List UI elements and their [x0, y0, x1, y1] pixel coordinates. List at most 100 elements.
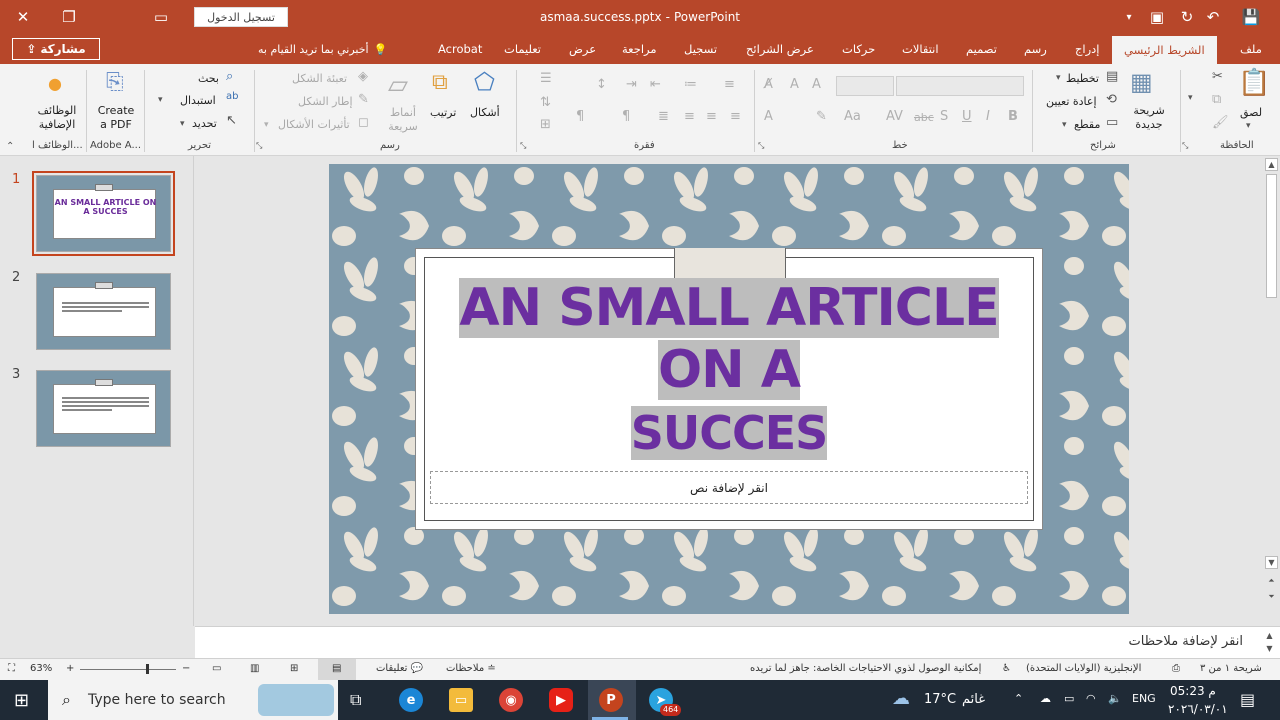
taskbar-search-box[interactable]: ⌕ Type here to search — [48, 680, 338, 720]
font-name-combo[interactable] — [896, 76, 1024, 96]
cloud-icon[interactable]: ☁ — [1040, 692, 1051, 705]
youtube-icon[interactable]: ▶ — [549, 688, 573, 712]
italic-button[interactable]: I — [986, 110, 990, 123]
sorter-view-icon[interactable]: ⊞ — [290, 663, 298, 674]
dialog-launcher-icon[interactable]: ⤡ — [520, 142, 526, 150]
file-explorer-icon[interactable]: ▭ — [449, 688, 473, 712]
previous-slide-icon[interactable]: ⏶ — [1265, 574, 1278, 587]
align-center-icon[interactable]: ≡ — [706, 110, 717, 123]
chevron-down-icon[interactable]: ▾ — [1188, 94, 1193, 103]
notes-scroll-icon[interactable]: ▲ ▼ — [1263, 629, 1276, 657]
task-view-icon[interactable]: ⧉ — [350, 690, 361, 710]
chevron-down-icon[interactable]: ▾ — [1246, 122, 1251, 131]
zoom-slider-thumb[interactable] — [146, 664, 149, 674]
smartart-icon[interactable]: ⊞ — [540, 118, 551, 131]
line-spacing-icon[interactable]: ↕ — [596, 78, 607, 91]
tab-view[interactable]: عرض — [567, 34, 598, 64]
reset-button[interactable]: إعادة تعيين — [1046, 95, 1097, 108]
collapse-ribbon-icon[interactable]: ⌃ — [6, 142, 14, 152]
align-left-icon[interactable]: ≡ — [730, 110, 741, 123]
accessibility-status[interactable]: إمكانية الوصول لذوي الاحتياجات الخاصة: ج… — [750, 663, 981, 674]
clear-format-icon[interactable]: A̸ — [764, 78, 773, 91]
bold-button[interactable]: B — [1008, 110, 1018, 123]
ltr-icon[interactable]: ¶ — [622, 110, 630, 123]
cut-icon[interactable]: ✂ — [1212, 70, 1223, 83]
dialog-launcher-icon[interactable]: ⤡ — [1182, 142, 1188, 150]
reading-view-icon[interactable]: ▥ — [250, 663, 259, 674]
tab-slideshow[interactable]: عرض الشرائح — [744, 34, 816, 64]
zoom-out-icon[interactable]: + — [66, 663, 74, 674]
notifications-icon[interactable]: ▤ — [1240, 690, 1255, 709]
shape-fill-button[interactable]: تعبئة الشكل — [292, 72, 347, 85]
weather-temp[interactable]: 17°C — [924, 692, 956, 707]
weather-cloud-icon[interactable]: ☁ — [892, 688, 910, 709]
fit-slide-icon[interactable]: ⛶ — [8, 663, 15, 674]
highlight-icon[interactable]: ✎ — [816, 110, 827, 123]
chevron-down-icon[interactable]: ▾ — [1062, 121, 1067, 130]
chevron-down-icon[interactable]: ▾ — [180, 120, 185, 129]
grow-font-icon[interactable]: A — [812, 78, 821, 91]
powerpoint-icon[interactable]: P — [599, 688, 623, 712]
scroll-down-icon[interactable]: ▼ — [1265, 556, 1278, 569]
justify-icon[interactable]: ≣ — [658, 110, 669, 123]
indent-icon[interactable]: ⇥ — [626, 78, 637, 91]
section-button[interactable]: مقطع — [1074, 118, 1100, 131]
tab-draw[interactable]: رسم — [1022, 34, 1049, 64]
addins-button[interactable]: الوظائف الإضافية — [36, 104, 78, 132]
close-icon[interactable]: ✕ — [6, 0, 40, 34]
align-right-icon[interactable]: ≡ — [684, 110, 695, 123]
chrome-icon[interactable]: ◉ — [499, 688, 523, 712]
rtl-icon[interactable]: ¶ — [576, 110, 584, 123]
font-size-combo[interactable] — [836, 76, 894, 96]
chevron-up-icon[interactable]: ⌃ — [1014, 692, 1023, 705]
signin-button[interactable]: تسجيل الدخول — [194, 7, 288, 27]
bullets-icon[interactable]: ≡ — [724, 78, 735, 91]
shape-outline-button[interactable]: إطار الشكل — [298, 95, 353, 108]
present-icon[interactable]: ▣ — [1140, 0, 1174, 34]
shadow-icon[interactable]: S — [940, 110, 948, 123]
tab-record[interactable]: تسجيل — [682, 34, 719, 64]
dialog-launcher-icon[interactable]: ⤡ — [256, 142, 262, 150]
shrink-font-icon[interactable]: A — [790, 78, 799, 91]
body-placeholder[interactable]: انقر لإضافة نص — [430, 471, 1028, 504]
edge-icon[interactable]: e — [399, 688, 423, 712]
outdent-icon[interactable]: ⇤ — [650, 78, 661, 91]
new-slide-button[interactable]: شريحة جديدة — [1128, 104, 1170, 132]
format-painter-icon[interactable]: 🖌 — [1212, 116, 1229, 129]
spacing-icon[interactable]: AV — [886, 110, 903, 123]
tab-transitions[interactable]: انتقالات — [900, 34, 941, 64]
create-pdf-button[interactable]: Create a PDF — [94, 104, 138, 132]
paste-button[interactable]: لصق — [1240, 106, 1262, 119]
font-color-icon[interactable]: A — [764, 110, 773, 123]
minimize-icon[interactable]: ▭ — [144, 0, 178, 34]
clock-date[interactable]: ٢٠٢٦/٠٣/٠١ — [1168, 702, 1228, 716]
shapes-button[interactable]: أشكال — [470, 106, 500, 119]
clock-time[interactable]: 05:23 م — [1170, 684, 1216, 698]
quick-styles-button[interactable]: أنماط سريعة — [386, 106, 420, 134]
windows-start-icon[interactable]: ⊞ — [14, 690, 29, 711]
slide-thumbnail-3[interactable] — [36, 370, 171, 447]
slide-title[interactable]: AN SMALL ARTICLE ON A SUCCES — [436, 277, 1022, 464]
chevron-down-icon[interactable]: ▾ — [158, 96, 163, 105]
find-button[interactable]: بحث — [198, 72, 219, 85]
battery-icon[interactable]: ▭ — [1064, 692, 1074, 705]
columns-icon[interactable]: ☰ — [540, 72, 552, 85]
tab-home[interactable]: الشريط الرئيسي — [1112, 36, 1217, 64]
tab-review[interactable]: مراجعة — [620, 34, 659, 64]
arrange-button[interactable]: ترتيب — [430, 106, 456, 119]
chevron-down-icon[interactable]: ▾ — [1056, 74, 1061, 83]
share-button[interactable]: ⇪ مشاركة — [12, 38, 100, 60]
tab-help[interactable]: تعليمات — [502, 34, 543, 64]
language-status[interactable]: الإنجليزية (الولايات المتحدة) — [1026, 663, 1141, 674]
tab-acrobat[interactable]: Acrobat — [436, 34, 484, 64]
replace-button[interactable]: استبدال — [180, 94, 216, 107]
next-slide-icon[interactable]: ⏷ — [1265, 590, 1278, 603]
tab-insert[interactable]: إدراج — [1073, 34, 1102, 64]
scroll-thumb[interactable] — [1266, 174, 1277, 298]
scroll-up-icon[interactable]: ▲ — [1265, 158, 1278, 171]
vertical-scrollbar[interactable]: ▲ ▼ ⏶ ⏷ — [1263, 156, 1280, 624]
copy-icon[interactable]: ⧉ — [1212, 93, 1221, 106]
text-direction-icon[interactable]: ⇅ — [540, 96, 551, 109]
select-button[interactable]: تحديد — [192, 117, 217, 130]
spelling-icon[interactable]: ⎙ — [1172, 663, 1180, 674]
